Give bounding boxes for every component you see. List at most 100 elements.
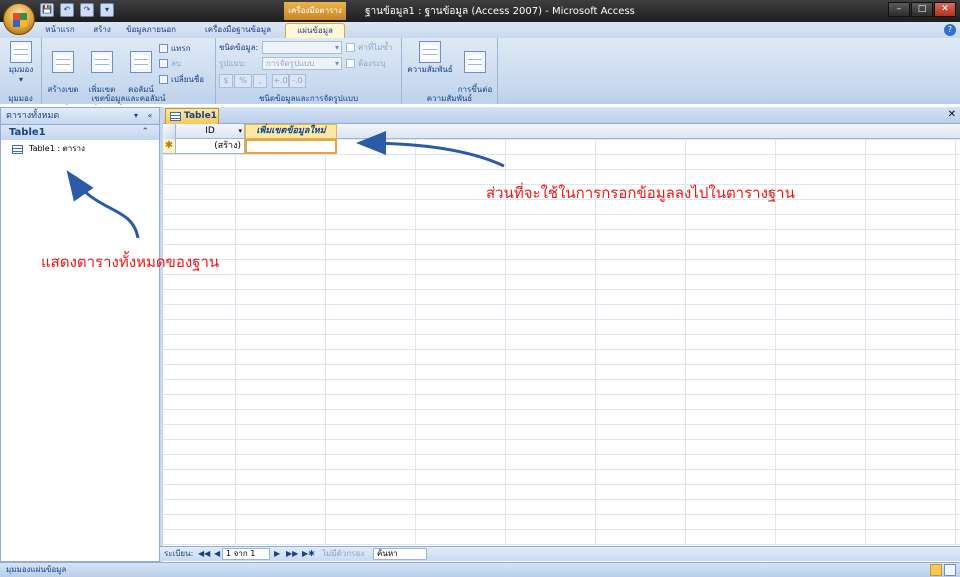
- nav-group-chevron-icon[interactable]: ⌃: [141, 125, 149, 140]
- unique-label: ค่าที่ไม่ซ้ำ: [358, 43, 393, 52]
- help-icon[interactable]: ?: [944, 24, 956, 36]
- last-record-icon[interactable]: ▶▶: [286, 548, 298, 560]
- nav-group-header[interactable]: Table1 ⌃: [1, 125, 159, 140]
- cell-id-new[interactable]: (สร้าง): [176, 139, 245, 154]
- data-type-label: ชนิดข้อมูล:: [219, 43, 259, 52]
- select-all-corner[interactable]: [163, 124, 176, 139]
- design-view-icon[interactable]: [944, 564, 956, 576]
- new-field-icon: [52, 51, 74, 73]
- required-checkbox-box: [346, 59, 355, 68]
- delete-label: ลบ: [171, 59, 181, 68]
- table-icon: [170, 112, 181, 121]
- office-logo-icon-lower: [13, 20, 27, 27]
- tab-datasheet[interactable]: แผ่นข้อมูล: [285, 23, 345, 38]
- ribbon: มุมมอง ▾ มุมมอง สร้างเขต ข้อมูล เพิ่มเขต…: [0, 38, 960, 104]
- delete-icon: [159, 59, 168, 68]
- unique-checkbox-box: [346, 43, 355, 52]
- rename-icon: [159, 75, 168, 84]
- tab-database-tools[interactable]: เครื่องมือฐานข้อมูล: [195, 23, 281, 38]
- customize-qat-icon[interactable]: ▾: [100, 3, 114, 17]
- ribbon-tab-row: หน้าแรก สร้าง ข้อมูลภายนอก เครื่องมือฐาน…: [0, 22, 960, 38]
- insert-column-button[interactable]: แทรก: [159, 43, 191, 55]
- annotation-nav-pane: แสดงตารางทั้งหมดของฐาน: [41, 253, 220, 271]
- relationships-icon: [419, 41, 441, 63]
- annotation-grid: ส่วนที่จะใช้ในการกรอกข้อมูลลงไปในตารางฐา…: [486, 184, 795, 202]
- title-bar: 💾 ↶ ↷ ▾ เครื่องมือตาราง ฐานข้อมูล1 : ฐาน…: [0, 0, 960, 22]
- column-header-id[interactable]: ID ▾: [176, 124, 245, 139]
- view-icon: [10, 41, 32, 63]
- format-combo[interactable]: การจัดรูปแบบ: [262, 57, 342, 70]
- group-fields-columns: สร้างเขต ข้อมูล เพิ่มเขต ข้อมูลที่มีอยู่…: [42, 38, 216, 104]
- filter-status[interactable]: ไม่มีตัวกรอง: [322, 548, 364, 560]
- relationships-label: ความสัมพันธ์: [407, 65, 453, 74]
- group-data-type-formatting: ชนิดข้อมูล: ค่าที่ไม่ซ้ำ รูปแบบ: การจัดร…: [216, 38, 402, 104]
- record-navigation-bar: ระเบียน: ◀◀ ◀ 1 จาก 1 ▶ ▶▶ ▶✱ ไม่มีตัวกร…: [160, 546, 960, 561]
- minimize-button[interactable]: –: [888, 2, 910, 17]
- document-tab-bar: Table1 ✕: [163, 107, 960, 124]
- close-button[interactable]: ✕: [934, 2, 956, 17]
- nav-item-label: Table1 : ตาราง: [29, 144, 85, 153]
- quick-access-toolbar: 💾 ↶ ↷ ▾: [40, 3, 114, 17]
- new-record-marker-icon[interactable]: ✱: [163, 139, 176, 154]
- nav-item-table1[interactable]: Table1 : ตาราง: [1, 142, 159, 156]
- relationships-button[interactable]: ความสัมพันธ์: [406, 41, 454, 75]
- next-record-icon[interactable]: ▶: [274, 548, 280, 560]
- cell-add-new-field[interactable]: [245, 139, 337, 154]
- percent-format-button[interactable]: %: [234, 74, 252, 88]
- currency-format-button[interactable]: $: [219, 74, 233, 88]
- nav-pane-header[interactable]: ตารางทั้งหมด ▾ «: [1, 108, 159, 125]
- new-record-icon[interactable]: ▶✱: [302, 548, 315, 560]
- status-text: มุมมองแผ่นข้อมูล: [6, 565, 67, 574]
- insert-label: แทรก: [171, 44, 191, 53]
- group-label-fields-columns: เขตข้อมูลและคอลัมน์: [42, 93, 215, 104]
- comma-format-button[interactable]: ,: [253, 74, 267, 88]
- search-field[interactable]: ค้นหา: [373, 548, 427, 560]
- view-button[interactable]: มุมมอง ▾: [3, 41, 39, 85]
- document-close-icon[interactable]: ✕: [948, 109, 956, 120]
- datasheet-view-icon[interactable]: [930, 564, 942, 576]
- nav-pane-collapse-icon[interactable]: «: [144, 110, 156, 122]
- redo-icon[interactable]: ↷: [80, 3, 94, 17]
- column-id-label: ID: [205, 126, 215, 136]
- maximize-button[interactable]: □: [911, 2, 933, 17]
- tab-home[interactable]: หน้าแรก: [38, 23, 82, 38]
- status-bar: มุมมองแผ่นข้อมูล: [0, 562, 960, 577]
- data-type-combo[interactable]: [262, 41, 342, 54]
- tab-external-data[interactable]: ข้อมูลภายนอก: [112, 23, 190, 38]
- window-controls: – □ ✕: [888, 2, 956, 17]
- insert-icon: [159, 44, 168, 53]
- format-label: รูปแบบ:: [219, 59, 247, 68]
- required-checkbox[interactable]: ต้องระบุ: [346, 58, 386, 70]
- document-tab-table1[interactable]: Table1: [165, 108, 219, 124]
- nav-pane-title: ตารางทั้งหมด: [6, 111, 60, 121]
- context-tab-header: เครื่องมือตาราง: [284, 2, 346, 20]
- object-dependencies-icon: [464, 51, 486, 73]
- rename-column-button[interactable]: เปลี่ยนชื่อ: [159, 74, 204, 86]
- office-button[interactable]: [3, 3, 35, 35]
- column-id-dropdown-icon[interactable]: ▾: [238, 124, 242, 139]
- decrease-decimal-button[interactable]: -.0: [289, 74, 306, 88]
- column-header-add-new-field[interactable]: เพิ่มเขตข้อมูลใหม่: [245, 124, 337, 139]
- undo-icon[interactable]: ↶: [60, 3, 74, 17]
- group-relationships: ความสัมพันธ์ การขึ้นต่อ กันของวัตถุ ความ…: [402, 38, 498, 104]
- save-icon[interactable]: 💾: [40, 3, 54, 17]
- increase-decimal-button[interactable]: +.0: [272, 74, 289, 88]
- group-label-data-type-formatting: ชนิดข้อมูลและการจัดรูปแบบ: [216, 93, 401, 104]
- prev-record-icon[interactable]: ◀: [214, 548, 220, 560]
- group-label-views: มุมมอง: [0, 93, 41, 104]
- unique-checkbox[interactable]: ค่าที่ไม่ซ้ำ: [346, 42, 392, 54]
- record-position-field[interactable]: 1 จาก 1: [222, 548, 270, 560]
- record-label: ระเบียน:: [164, 549, 194, 558]
- document-tab-label: Table1: [184, 111, 217, 121]
- view-dropdown-icon: ▾: [18, 75, 23, 84]
- group-label-relationships: ความสัมพันธ์: [402, 93, 497, 104]
- add-existing-fields-icon: [91, 51, 113, 73]
- grid-header-row: ID ▾ เพิ่มเขตข้อมูลใหม่: [163, 124, 960, 139]
- lookup-column-icon: [130, 51, 152, 73]
- delete-column-button[interactable]: ลบ: [159, 58, 181, 70]
- group-views: มุมมอง ▾ มุมมอง: [0, 38, 42, 104]
- table-icon: [12, 144, 23, 154]
- navigation-pane: ตารางทั้งหมด ▾ « Table1 ⌃ Table1 : ตาราง: [0, 107, 160, 562]
- first-record-icon[interactable]: ◀◀: [198, 548, 210, 560]
- nav-pane-dropdown-icon[interactable]: ▾: [130, 110, 142, 122]
